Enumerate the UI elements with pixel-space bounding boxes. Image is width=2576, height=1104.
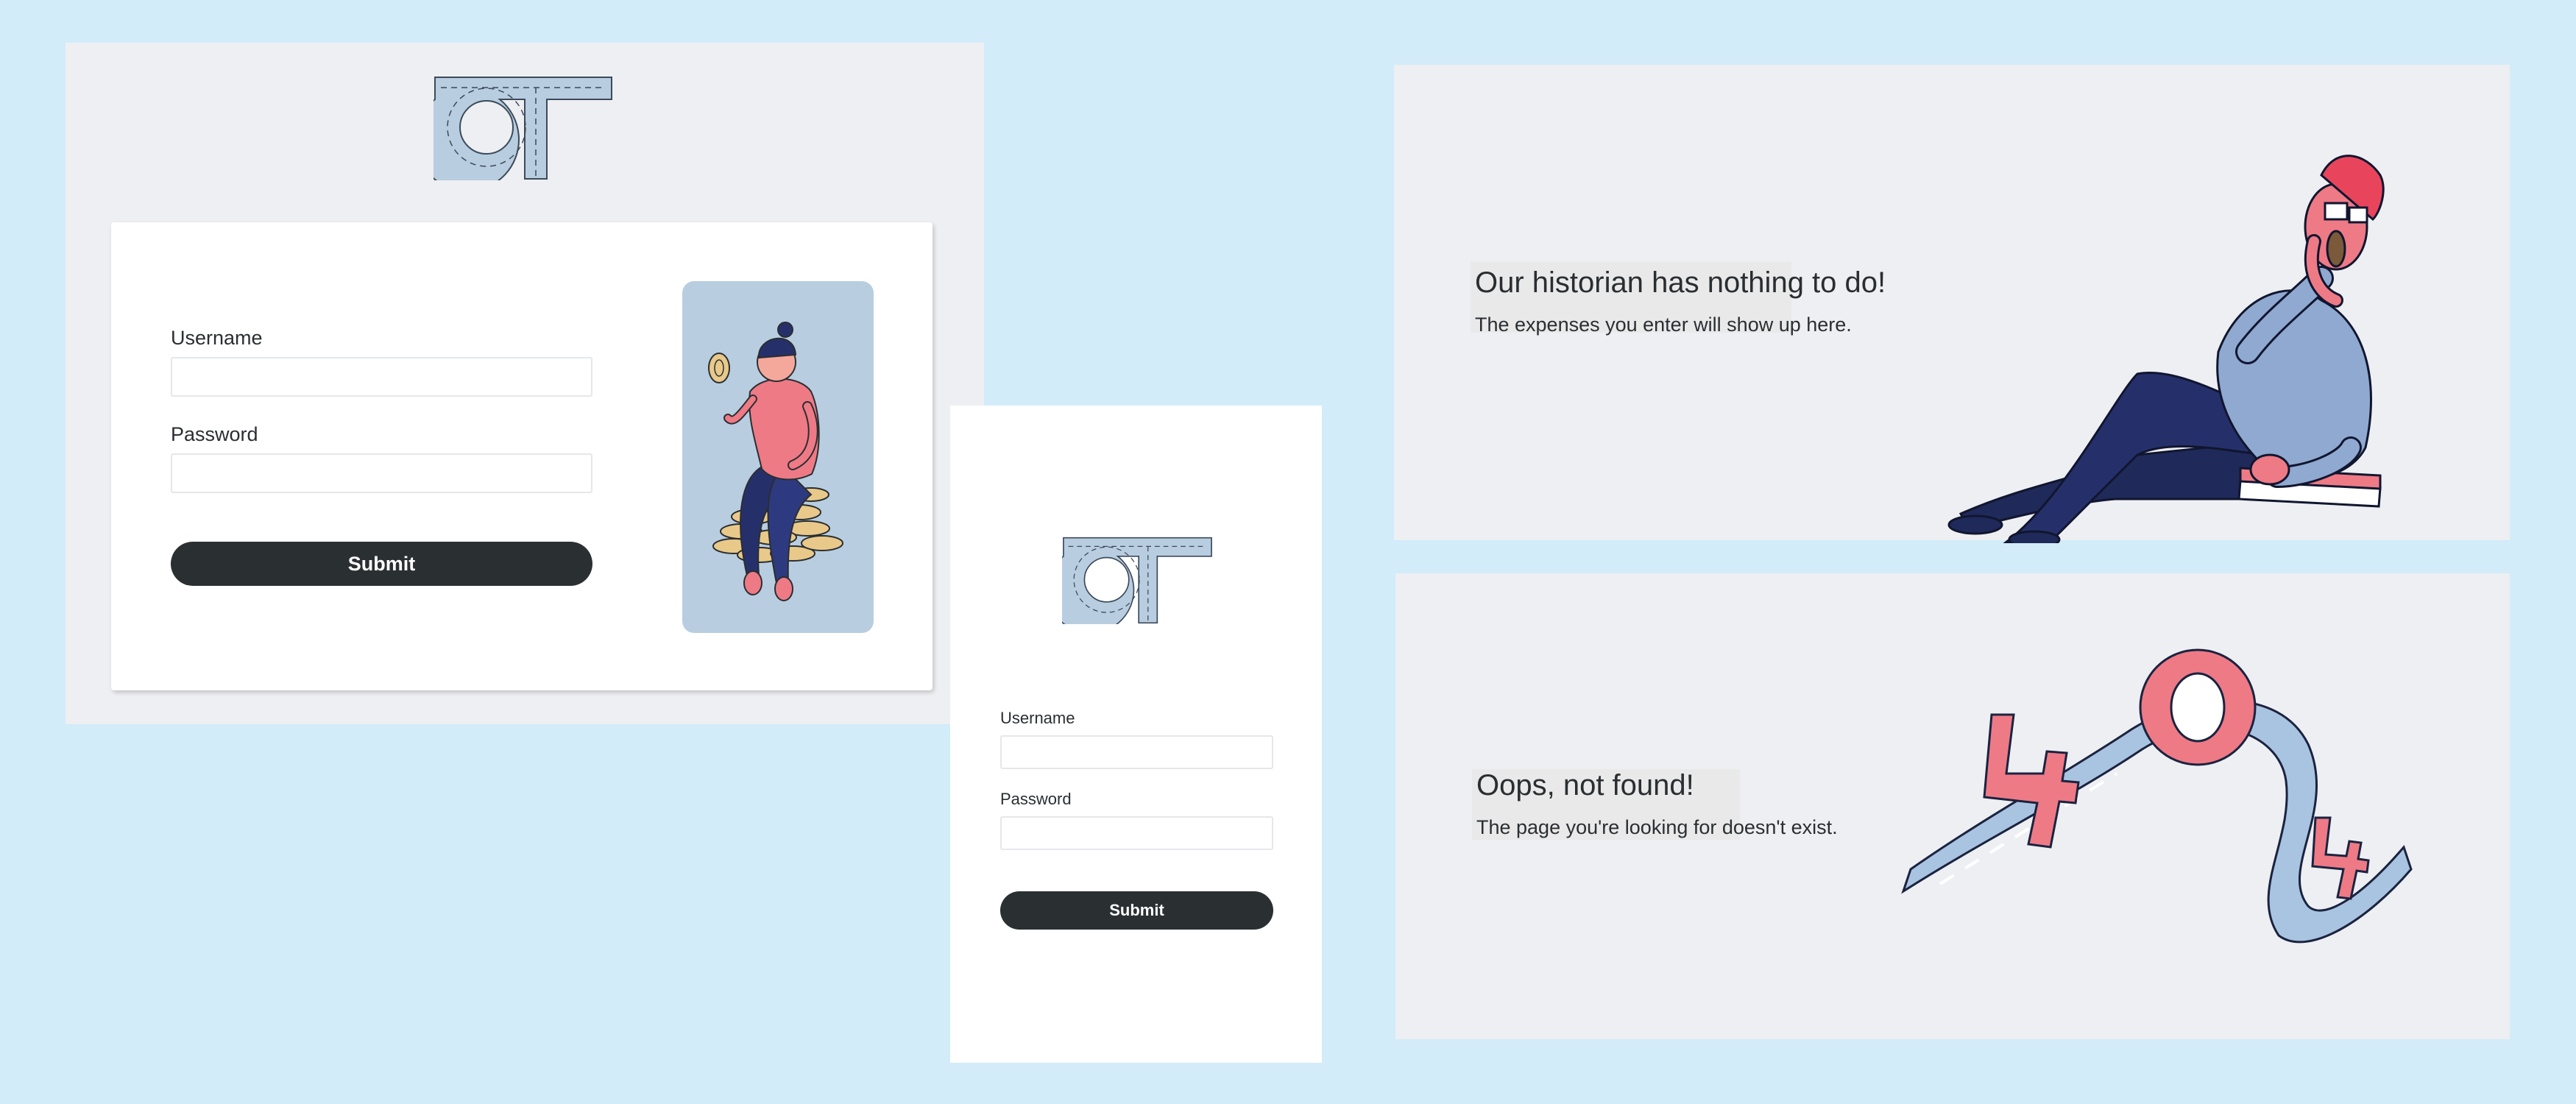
username-input[interactable] — [171, 357, 592, 397]
password-input[interactable] — [1000, 816, 1273, 850]
username-input[interactable] — [1000, 735, 1273, 769]
ot-logo-icon — [1062, 537, 1212, 624]
password-input[interactable] — [171, 453, 592, 493]
ot-logo-icon — [434, 77, 612, 180]
empty-state-subtitle: The expenses you enter will show up here… — [1475, 314, 1852, 336]
desktop-login-screen: Username Password Submit — [66, 43, 984, 724]
man-on-coins-icon — [708, 322, 843, 601]
password-label: Password — [1000, 790, 1072, 808]
username-label: Username — [1000, 709, 1075, 727]
submit-button[interactable]: Submit — [1000, 891, 1273, 930]
man-on-coins-illustration — [682, 281, 874, 633]
404-illustration-icon — [1901, 648, 2413, 944]
login-card: Username Password Submit — [111, 222, 933, 690]
mobile-login-screen: Username Password Submit — [950, 406, 1322, 1063]
username-label: Username — [171, 327, 263, 349]
empty-state-title: Our historian has nothing to do! — [1475, 266, 1886, 299]
not-found-subtitle: The page you're looking for doesn't exis… — [1476, 816, 1838, 838]
not-found-title: Oops, not found! — [1476, 769, 1694, 802]
not-found-screen: Oops, not found! The page you're looking… — [1395, 573, 2510, 1039]
submit-button[interactable]: Submit — [171, 542, 592, 586]
empty-expenses-screen: Our historian has nothing to do! The exp… — [1394, 65, 2510, 543]
password-label: Password — [171, 423, 258, 445]
historian-illustration-icon — [1947, 155, 2385, 543]
